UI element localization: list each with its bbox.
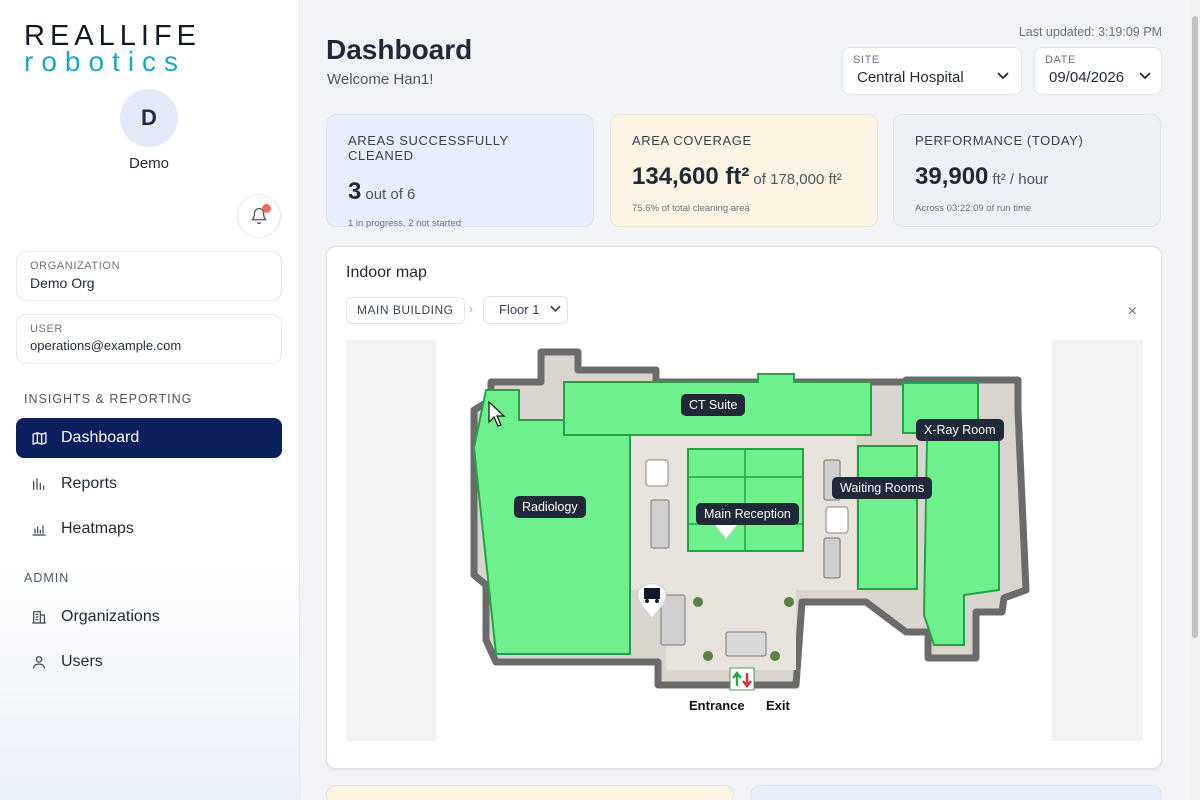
zone-waiting-rooms [857,445,918,590]
bottom-card-left [326,785,734,800]
scrollbar-thumb[interactable] [1192,16,1198,638]
site-select[interactable]: SITE Central Hospital [842,47,1022,95]
building-icon [30,608,48,626]
sidebar-item-label: Dashboard [61,429,140,446]
map-icon [30,429,48,447]
stat-value: 39,900 [915,163,989,190]
entrance-label: Entrance [689,698,745,713]
welcome-text: Welcome Han1! [327,71,434,88]
organization-value: Demo Org [30,275,95,291]
date-label: DATE [1045,54,1076,66]
organization-box[interactable]: ORGANIZATION Demo Org [16,251,282,301]
brand-logo[interactable]: REALLIFE robotics [24,22,201,76]
organization-label: ORGANIZATION [30,260,121,272]
user-box[interactable]: USER operations@example.com [16,314,282,364]
stat-subtext: Across 03:22:09 of run time [915,203,1032,214]
stat-unit: of 178,000 ft² [753,171,842,188]
notification-dot [262,204,271,213]
sidebar-item-reports[interactable]: Reports [16,464,282,504]
stat-card-areas-cleaned: AREAS SUCCESSFULLY CLEANED 3 out of 6 1 i… [326,114,594,229]
stat-unit: ft² / hour [992,171,1049,188]
site-label: SITE [853,54,880,66]
room-label-xray-room[interactable]: X-Ray Room [916,419,1004,441]
brand-line2: robotics [24,46,187,77]
chevron-down-icon [550,305,561,313]
stat-subtext: 1 in progress, 2 not started [348,218,462,229]
sidebar: REALLIFE robotics D Demo ORGANIZATION De… [0,0,300,800]
date-select[interactable]: DATE 09/04/2026 [1034,47,1162,95]
floor-plan[interactable]: CT Suite X-Ray Room Waiting Rooms Radiol… [346,340,1143,741]
stat-subtext: 75.6% of total cleaning area [632,203,750,214]
stat-label: PERFORMANCE (TODAY) [915,133,1084,148]
date-value: 09/04/2026 [1049,69,1125,86]
floor-select[interactable]: Floor 1 [483,296,568,324]
main-content: Dashboard Welcome Han1! Last updated: 3:… [300,0,1190,800]
sidebar-item-label: Heatmaps [61,520,134,537]
section-insights-reporting: INSIGHTS & REPORTING [24,392,193,406]
exit-label: Exit [766,698,790,713]
indoor-map-card: Indoor map MAIN BUILDING › Floor 1 × CT … [326,246,1162,769]
close-map-button[interactable]: × [1128,303,1137,321]
sidebar-item-heatmaps[interactable]: Heatmaps [16,509,282,549]
stat-card-area-coverage: AREA COVERAGE 134,600 ft² of 178,000 ft² … [610,114,878,227]
building-selector[interactable]: MAIN BUILDING [346,297,465,324]
room-label-ct-suite[interactable]: CT Suite [681,394,746,416]
sidebar-item-label: Users [61,653,103,670]
stat-label: AREA COVERAGE [632,133,752,148]
bottom-card-right [750,785,1162,800]
map-title: Indoor map [346,264,427,281]
site-value: Central Hospital [857,69,964,86]
room-label-waiting-rooms[interactable]: Waiting Rooms [832,477,933,499]
sidebar-item-label: Reports [61,475,118,492]
user-box-label: USER [30,323,63,335]
stat-value: 3 [348,178,362,205]
notifications-button[interactable] [237,194,281,238]
sidebar-item-dashboard[interactable]: Dashboard [16,418,282,458]
heatmap-icon [30,520,48,538]
stat-label: AREAS SUCCESSFULLY CLEANED [348,133,509,163]
stat-unit: out of 6 [365,186,416,203]
section-admin: ADMIN [24,571,70,585]
user-email: operations@example.com [30,338,182,353]
room-label-radiology[interactable]: Radiology [514,496,586,518]
bar-chart-icon [30,475,48,493]
breadcrumb-separator: › [469,302,473,316]
chevron-down-icon [1139,72,1151,80]
sidebar-item-organizations[interactable]: Organizations [16,597,282,637]
stat-card-performance: PERFORMANCE (TODAY) 39,900 ft² / hour Acr… [893,114,1161,227]
last-updated: Last updated: 3:19:09 PM [1018,25,1162,39]
page-title: Dashboard [326,34,473,65]
floor-value: Floor 1 [499,302,540,317]
avatar[interactable]: D [120,89,178,147]
user-name: Demo [128,155,169,172]
room-label-main-reception[interactable]: Main Reception [696,503,799,525]
sidebar-item-users[interactable]: Users [16,642,282,682]
stat-value: 134,600 ft² [632,163,750,190]
chevron-down-icon [997,72,1009,80]
user-icon [30,653,48,671]
page-scrollbar[interactable] [1190,0,1200,800]
sidebar-item-label: Organizations [61,608,160,625]
